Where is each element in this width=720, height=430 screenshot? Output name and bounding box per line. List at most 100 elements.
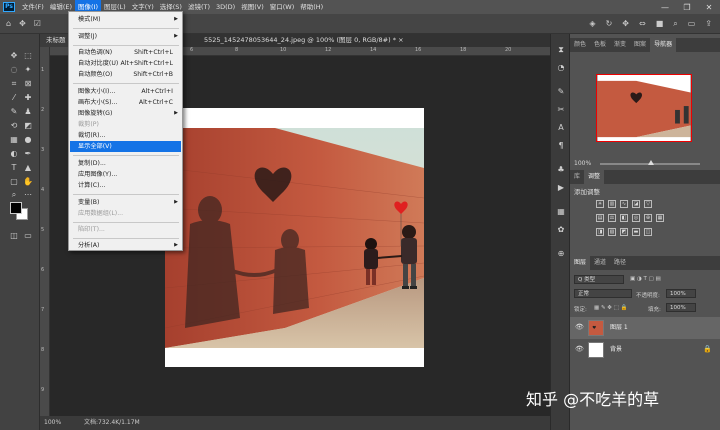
tab-color[interactable]: 颜色 [570,38,590,52]
lasso-tool-icon[interactable]: ◌ [8,64,20,75]
color-balance-icon[interactable]: ⚖ [608,214,616,222]
photo-filter-icon[interactable]: ◎ [632,214,640,222]
menu-item-variables[interactable]: 变量(B) ▶ [70,197,181,208]
document-title-tab[interactable]: 5525_1452478053644_24.jpeg @ 100% (图层 0,… [204,34,404,47]
menu-item-apply-image[interactable]: 应用图像(Y)... [70,169,181,180]
tab-libraries[interactable]: 库 [570,170,584,184]
zoom-level[interactable]: 100% [44,416,61,430]
home-icon[interactable]: ⌂ [6,19,11,28]
marquee-tool-icon[interactable]: ⬚ [22,50,34,61]
fill-input[interactable]: 100% [666,303,696,312]
invert-icon[interactable]: ◨ [596,228,604,236]
brush-settings-icon[interactable]: ✎ [555,86,567,98]
share-icon[interactable]: ⇪ [705,19,712,29]
restore-icon[interactable]: ❐ [676,3,698,12]
black-white-icon[interactable]: ◧ [620,214,628,222]
crop-tool-icon[interactable]: ⌗ [8,78,20,89]
menu-item-image-size[interactable]: 图像大小(I)... Alt+Ctrl+I [70,86,181,97]
actions-icon[interactable]: ▶ [555,182,567,194]
hand-tool-icon[interactable]: ✋ [22,176,34,187]
video-icon[interactable]: ■ [656,19,664,29]
path-select-icon[interactable]: ▲ [22,162,34,173]
slider-handle[interactable] [648,160,654,165]
exposure-icon[interactable]: ◪ [632,200,640,208]
tab-swatches[interactable]: 色板 [590,38,610,52]
tab-channels[interactable]: 通道 [590,256,610,270]
tab-close-icon[interactable]: × [398,36,403,44]
vibrance-icon[interactable]: ▽ [644,200,652,208]
properties-icon[interactable]: ◔ [555,62,567,74]
filter-icons[interactable]: ▣ ◑ T ▢ ▤ [630,276,661,282]
brush-tool-icon[interactable]: ✎ [8,106,20,117]
stamp-tool-icon[interactable]: ♟ [22,106,34,117]
healing-brush-icon[interactable]: ✚ [22,92,34,103]
brightness-icon[interactable]: ☀ [596,200,604,208]
menu-item-auto-color[interactable]: 自动颜色(O) Shift+Ctrl+B [70,69,181,80]
type-tool-icon[interactable]: T [8,162,20,173]
lock-icons[interactable]: ▦ ✎ ✥ ⬚ 🔒 [594,305,627,311]
character-icon[interactable]: A [555,122,567,134]
tab-paths[interactable]: 路径 [610,256,630,270]
slide-3d-icon[interactable]: ⇔ [639,19,646,29]
menu-item-auto-contrast[interactable]: 自动对比度(U) Alt+Shift+Ctrl+L [70,58,181,69]
menu-help[interactable]: 帮助(H) [297,0,326,14]
curves-icon[interactable]: ∿ [620,200,628,208]
more-tools-icon[interactable]: ⋯ [22,189,34,200]
tab-layers[interactable]: 图层 [570,256,591,270]
foreground-color-swatch[interactable] [10,202,22,214]
menu-item-analysis[interactable]: 分析(A) ▶ [70,240,181,251]
menu-window[interactable]: 窗口(W) [267,0,298,14]
eye-icon[interactable]: 👁 [575,323,584,331]
blur-tool-icon[interactable]: ● [22,134,34,145]
threshold-icon[interactable]: ◩ [620,228,628,236]
gradient-tool-icon[interactable]: ▦ [8,134,20,145]
color-lookup-icon[interactable]: ▦ [656,214,664,222]
menu-item-image-rotation[interactable]: 图像旋转(G) ▶ [70,108,181,119]
pen-tool-icon[interactable]: ✒ [22,148,34,159]
selective-color-icon[interactable]: ◫ [644,228,652,236]
menu-item-trim[interactable]: 裁切(R)... [70,130,181,141]
menu-file[interactable]: 文件(F) [19,0,47,14]
menu-item-duplicate[interactable]: 复制(D)... [70,158,181,169]
styles-icon[interactable]: ✿ [555,224,567,236]
gradient-map-icon[interactable]: ▬ [632,228,640,236]
menu-item-auto-tone[interactable]: 自动色调(N) Shift+Ctrl+L [70,47,181,58]
history-brush-icon[interactable]: ⟲ [8,120,20,131]
menu-3d[interactable]: 3D(D) [213,0,238,14]
file-size[interactable]: 文档:732.4K/1.17M [84,416,140,430]
shape-tool-icon[interactable]: ▢ [8,176,20,187]
posterize-icon[interactable]: ▧ [608,228,616,236]
workspace-icon[interactable]: ▭ [688,19,696,29]
channels-icon[interactable]: ⊕ [555,248,567,260]
tab-untitled[interactable]: 未标题 [40,34,72,47]
tab-gradients[interactable]: 渐变 [610,38,630,52]
glyphs-icon[interactable]: ♣ [555,164,567,176]
tab-patterns[interactable]: 图案 [630,38,650,52]
tab-adjustments[interactable]: 调整 [584,170,605,184]
frame-tool-icon[interactable]: ⊠ [22,78,34,89]
paragraph-icon[interactable]: ¶ [555,140,567,152]
blend-mode-select[interactable]: 正常 [574,289,632,298]
layer-kind-filter[interactable]: Q 类型 [574,275,624,284]
history-icon[interactable]: ⧗ [555,44,567,56]
menu-item-adjust[interactable]: 调整(J) ▶ [70,31,181,42]
menu-view[interactable]: 视图(V) [238,0,267,14]
menu-item-canvas-size[interactable]: 画布大小(S)... Alt+Ctrl+C [70,97,181,108]
quick-mask-icon[interactable]: ◫ [8,230,20,241]
3d-mode-icon[interactable]: ◈ [589,19,595,29]
menu-item-mode[interactable]: 模式(M) ▶ [70,14,181,25]
menu-item-reveal-all[interactable]: 显示全部(V) [70,141,181,152]
dodge-tool-icon[interactable]: ◐ [8,148,20,159]
menu-item-calculations[interactable]: 计算(C)... [70,180,181,191]
minimize-icon[interactable]: — [654,3,676,12]
artwork-image[interactable] [165,128,424,348]
layer-row-1[interactable]: 👁 图层 1 [570,317,720,339]
menu-filter[interactable]: 滤镜(T) [185,0,213,14]
move-tool-icon[interactable]: ✥ [19,19,26,28]
eye-icon[interactable]: 👁 [575,345,584,353]
eraser-tool-icon[interactable]: ◩ [22,120,34,131]
zoom-tool-icon[interactable]: ⌕ [8,189,20,200]
channel-mixer-icon[interactable]: ⊕ [644,214,652,222]
pan-3d-icon[interactable]: ✥ [622,19,629,29]
levels-icon[interactable]: ▥ [608,200,616,208]
